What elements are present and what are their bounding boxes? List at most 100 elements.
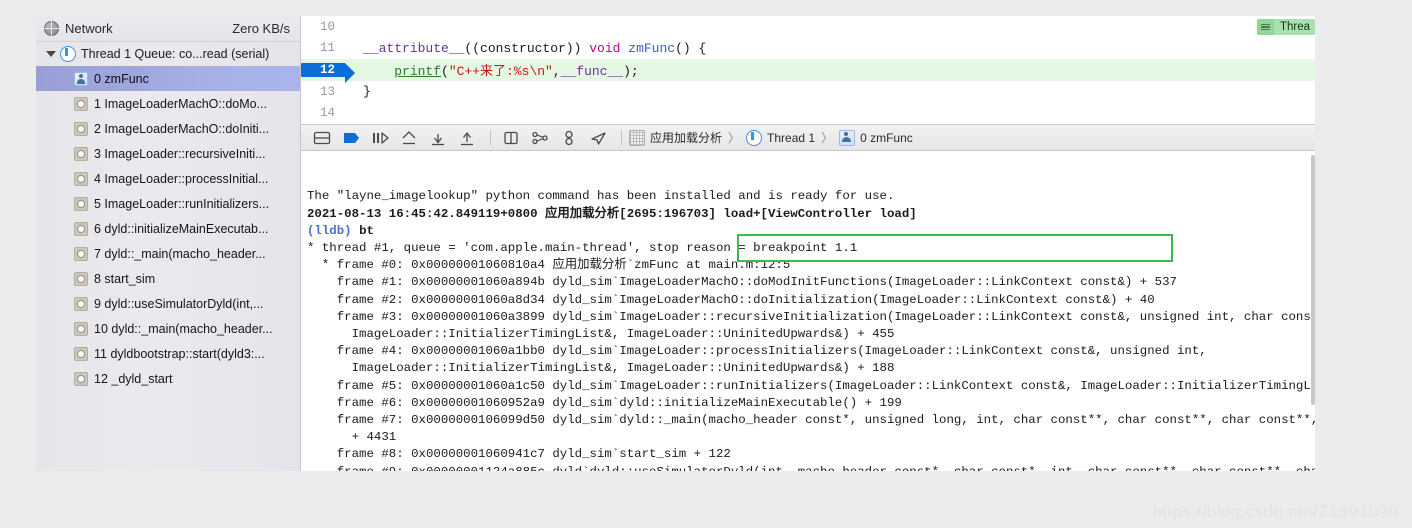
user-icon [74, 71, 88, 86]
gear-icon [74, 321, 88, 336]
console-line: frame #6: 0x00000001060952a9 dyld_sim`dy… [307, 395, 902, 410]
stack-frame-row[interactable]: 12 _dyld_start [36, 366, 300, 391]
stack-frame-label: 3 ImageLoader::recursiveIniti... [94, 146, 266, 161]
view-debugging-button[interactable] [498, 128, 524, 148]
hide-debug-area-button[interactable] [309, 128, 335, 148]
stack-frame-row[interactable]: 10 dyld::_main(macho_header... [36, 316, 300, 341]
debug-toolbar[interactable]: 应用加载分析 〉 Thread 1 〉 0 zmFunc [301, 124, 1315, 151]
code-lines: 10 11 __attribute__((constructor)) void zm… [301, 16, 1315, 124]
code-line[interactable]: 13} [301, 81, 1315, 103]
stack-frame-row[interactable]: 6 dyld::initializeMainExecutab... [36, 216, 300, 241]
stack-frame-row[interactable]: 4 ImageLoader::processInitial... [36, 166, 300, 191]
code-token: zmFunc [628, 40, 676, 56]
code-token: void [589, 40, 621, 56]
gear-icon [74, 296, 88, 311]
line-number[interactable]: 14 [301, 106, 345, 120]
gear-icon [74, 371, 88, 386]
stack-frame-row[interactable]: 0 zmFunc [36, 66, 300, 91]
code-text: printf("C++来了:%s\n",__func__); [345, 60, 639, 80]
console-line: * frame #0: 0x00000001060810a4 应用加载分析`zm… [307, 258, 791, 273]
toolbar-separator [490, 130, 491, 145]
line-number[interactable]: 13 [301, 85, 345, 99]
code-line-current[interactable]: 12 printf("C++来了:%s\n",__func__); [301, 59, 1315, 83]
code-token: } [363, 84, 371, 100]
console-line: 2021-08-13 16:45:42.849119+0800 应用加载分析[2… [307, 206, 917, 221]
memory-graph-button[interactable] [556, 128, 582, 148]
console-line: frame #1: 0x00000001060a894b dyld_sim`Im… [307, 275, 1177, 290]
code-text: } [345, 84, 371, 99]
simulate-location-button[interactable] [585, 128, 611, 148]
code-line[interactable]: 14 [301, 102, 1315, 124]
stack-frame-list[interactable]: 0 zmFunc1 ImageLoaderMachO::doMo...2 Ima… [36, 66, 300, 391]
code-token: ); [623, 64, 639, 80]
code-token: __attribute__ [363, 40, 465, 56]
console-line: frame #5: 0x00000001060a1c50 dyld_sim`Im… [307, 378, 1315, 393]
stack-frame-label: 6 dyld::initializeMainExecutab... [94, 221, 269, 236]
continue-button[interactable] [338, 128, 364, 148]
stack-frame-label: 5 ImageLoader::runInitializers... [94, 196, 270, 211]
network-label: Network [65, 21, 113, 36]
stack-frame-label: 10 dyld::_main(macho_header... [94, 321, 273, 336]
stack-frame-row[interactable]: 2 ImageLoaderMachO::doIniti... [36, 116, 300, 141]
code-token: __func__ [560, 64, 624, 80]
disclosure-triangle-icon[interactable] [45, 49, 56, 60]
stack-frame-row[interactable]: 5 ImageLoader::runInitializers... [36, 191, 300, 216]
gear-icon [74, 171, 88, 186]
code-token: printf [394, 64, 442, 80]
xcode-debug-window: Network Zero KB/s Thread 1 Queue: co...r… [0, 0, 1412, 528]
view-hierarchy-button[interactable] [527, 128, 553, 148]
app-icon [629, 129, 645, 146]
breadcrumb-item-thread[interactable]: Thread 1 [767, 131, 815, 145]
stack-frame-row[interactable]: 3 ImageLoader::recursiveIniti... [36, 141, 300, 166]
stack-frame-row[interactable]: 9 dyld::useSimulatorDyld(int,... [36, 291, 300, 316]
console-line: ImageLoader::InitializerTimingList&, Ima… [307, 361, 895, 376]
line-number[interactable]: 11 [301, 41, 345, 55]
debug-navigator[interactable]: Network Zero KB/s Thread 1 Queue: co...r… [36, 16, 301, 471]
breadcrumb-item-process[interactable]: 应用加载分析 [650, 129, 722, 146]
console-scrollbar[interactable] [1311, 151, 1315, 471]
stack-frame-label: 1 ImageLoaderMachO::doMo... [94, 96, 268, 111]
scrollbar-thumb[interactable] [1311, 155, 1315, 405]
console-line: + 4431 [307, 430, 397, 445]
chevron-right-icon-2: 〉 [821, 131, 834, 145]
step-up-button[interactable] [454, 128, 480, 148]
line-number[interactable]: 10 [301, 20, 345, 34]
lldb-command: bt [359, 223, 374, 238]
thread-icon [60, 46, 76, 62]
stack-frame-row[interactable]: 7 dyld::_main(macho_header... [36, 241, 300, 266]
breadcrumb-item-frame[interactable]: 0 zmFunc [860, 131, 913, 145]
console-line: * thread #1, queue = 'com.apple.main-thr… [307, 241, 858, 256]
step-out-button[interactable] [425, 128, 451, 148]
stack-frame-label: 2 ImageLoaderMachO::doIniti... [94, 121, 270, 136]
gear-icon [74, 196, 88, 211]
gear-icon [74, 121, 88, 136]
console-output[interactable]: The "layne_imagelookup" python command h… [301, 151, 1315, 471]
code-token: , [552, 64, 561, 80]
thread-label: Thread 1 Queue: co...read (serial) [81, 47, 270, 61]
thread-badge-label: Threa [1279, 21, 1310, 33]
step-over-button[interactable] [367, 128, 393, 148]
network-globe-icon [44, 21, 59, 36]
code-token: ( [441, 64, 449, 80]
stack-frame-row[interactable]: 11 dyldbootstrap::start(dyld3:... [36, 341, 300, 366]
code-line[interactable]: 10 [301, 16, 1315, 38]
thread-badge[interactable]: Threa [1256, 19, 1315, 35]
console-line: frame #4: 0x00000001060a1bb0 dyld_sim`Im… [307, 344, 1207, 359]
console-line: (lldb) bt [307, 223, 1315, 240]
stack-frame-label: 4 ImageLoader::processInitial... [94, 171, 269, 186]
thread-row[interactable]: Thread 1 Queue: co...read (serial) [36, 42, 300, 66]
gear-icon [74, 246, 88, 261]
stack-frame-label: 11 dyldbootstrap::start(dyld3:... [94, 346, 265, 361]
thread-icon [746, 129, 763, 146]
code-line[interactable]: 11 __attribute__((constructor)) void zmFu… [301, 38, 1315, 60]
console-line: The "layne_imagelookup" python command h… [307, 189, 895, 204]
stack-frame-row[interactable]: 8 start_sim [36, 266, 300, 291]
source-editor[interactable]: 10 11 __attribute__((constructor)) void zm… [301, 16, 1315, 124]
drag-handle-icon[interactable] [1256, 19, 1274, 35]
breadcrumb[interactable]: 应用加载分析 〉 Thread 1 〉 0 zmFunc [629, 129, 913, 146]
step-into-button[interactable] [396, 128, 422, 148]
stack-frame-row[interactable]: 1 ImageLoaderMachO::doMo... [36, 91, 300, 116]
code-token: ((constructor)) [464, 40, 590, 56]
line-number[interactable]: 12 [301, 62, 355, 83]
